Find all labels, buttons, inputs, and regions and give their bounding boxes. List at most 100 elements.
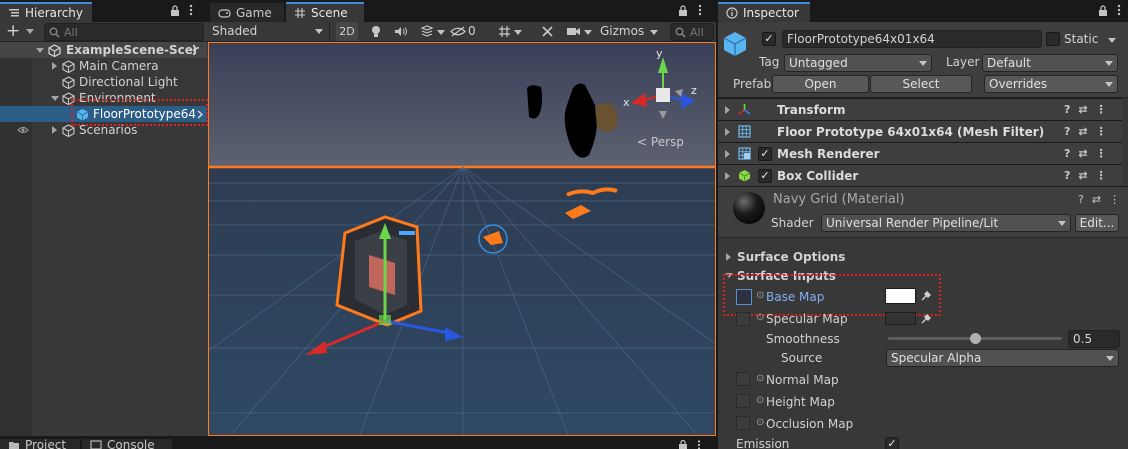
emission-checkbox[interactable]: ✓	[885, 437, 899, 449]
active-checkbox[interactable]: ✓	[762, 32, 776, 46]
component-label: Mesh Renderer	[777, 147, 880, 161]
texture-picker-icon[interactable]: ⊙	[756, 395, 764, 406]
lighting-toggle-icon[interactable]	[370, 25, 382, 38]
toggle-2d-button[interactable]: 2D	[336, 22, 358, 41]
source-dropdown[interactable]: Specular Alpha	[886, 349, 1119, 367]
presets-icon[interactable]: ⇄	[1078, 125, 1087, 138]
smoothness-slider-thumb[interactable]	[969, 333, 981, 344]
tab-hierarchy[interactable]: Hierarchy	[0, 2, 92, 22]
component-actions: ? ⇄ ⋮	[1064, 169, 1107, 182]
expand-arrow-icon[interactable]	[725, 106, 730, 114]
audio-toggle-icon[interactable]	[394, 26, 408, 37]
effects-toggle-icon[interactable]	[420, 25, 434, 38]
presets-icon[interactable]: ⇄	[1078, 147, 1087, 160]
tab-console[interactable]: Console	[82, 437, 172, 449]
scene-search-input[interactable]: All	[670, 23, 714, 41]
tag-dropdown[interactable]: Untagged	[784, 54, 932, 72]
expand-arrow-icon[interactable]	[36, 48, 44, 53]
surface-options-label[interactable]: Surface Options	[737, 250, 845, 264]
grid-snapping-icon[interactable]	[498, 25, 511, 38]
help-icon[interactable]: ?	[1078, 193, 1084, 206]
shader-edit-button[interactable]: Edit...	[1075, 214, 1119, 232]
texture-picker-icon[interactable]: ⊙	[756, 417, 764, 428]
component-enabled-checkbox[interactable]: ✓	[758, 147, 772, 161]
component-transform[interactable]: Transform ? ⇄ ⋮	[718, 98, 1122, 120]
prefab-overrides-dropdown[interactable]: Overrides	[984, 75, 1118, 93]
scene-viewport[interactable]: y x z < Persp	[208, 42, 716, 436]
kebab-menu-icon[interactable]	[698, 4, 702, 16]
lock-icon[interactable]	[678, 440, 688, 449]
object-name-field[interactable]: FloorPrototype64x01x64	[782, 30, 1042, 48]
help-icon[interactable]: ?	[1064, 125, 1070, 138]
lock-icon[interactable]	[678, 5, 688, 16]
tab-game[interactable]: Game	[210, 3, 284, 23]
expand-arrow-icon[interactable]	[725, 150, 730, 158]
presets-icon[interactable]: ⇄	[1092, 193, 1101, 206]
shading-mode-dropdown[interactable]: Shaded	[208, 22, 330, 41]
lock-icon[interactable]	[170, 5, 180, 16]
texture-picker-icon[interactable]: ⊙	[756, 373, 764, 384]
kebab-menu-icon[interactable]: ⋮	[1096, 147, 1107, 160]
expand-arrow-icon[interactable]	[52, 62, 57, 70]
scene-visibility-icon[interactable]	[450, 26, 466, 37]
kebab-menu-icon[interactable]: ⋮	[1096, 125, 1107, 138]
help-icon[interactable]: ?	[1064, 103, 1070, 116]
presets-icon[interactable]: ⇄	[1078, 169, 1087, 182]
info-icon	[726, 7, 738, 19]
tab-inspector[interactable]: Inspector	[718, 2, 810, 22]
static-checkbox[interactable]	[1046, 32, 1060, 46]
camera-icon[interactable]	[566, 26, 581, 37]
smoothness-slider-track[interactable]	[888, 333, 1062, 344]
kebab-menu-icon[interactable]: ⋮	[1109, 193, 1120, 206]
hierarchy-item-directional-light[interactable]: Directional Light	[0, 74, 207, 90]
component-box-collider[interactable]: ✓ Box Collider ? ⇄ ⋮	[718, 164, 1122, 186]
texture-picker-icon[interactable]: ⊙	[756, 312, 764, 323]
kebab-menu-icon[interactable]	[1117, 4, 1121, 16]
hierarchy-item-scene[interactable]: ExampleScene-Scer	[0, 42, 207, 58]
expand-arrow-icon[interactable]	[726, 253, 731, 261]
kebab-menu-icon[interactable]: ⋮	[1096, 103, 1107, 116]
normal-map-texture-slot[interactable]	[736, 372, 750, 386]
help-icon[interactable]: ?	[1064, 147, 1070, 160]
kebab-menu-icon[interactable]	[189, 4, 193, 16]
occlusion-map-texture-slot[interactable]	[736, 416, 750, 430]
component-mesh-filter[interactable]: Floor Prototype 64x01x64 (Mesh Filter) ?…	[718, 120, 1122, 142]
expand-arrow-icon[interactable]	[725, 128, 730, 136]
dropdown-arrow-icon[interactable]	[584, 30, 592, 35]
expand-arrow-icon[interactable]	[52, 126, 57, 134]
expand-arrow-icon[interactable]	[725, 172, 730, 180]
tab-project[interactable]: Project	[0, 438, 80, 449]
component-mesh-renderer[interactable]: ✓ Mesh Renderer ? ⇄ ⋮	[718, 142, 1122, 164]
specular-map-texture-slot[interactable]	[736, 312, 750, 326]
height-map-label: Height Map	[766, 395, 835, 409]
hierarchy-search-input[interactable]: All	[44, 23, 204, 41]
kebab-menu-icon[interactable]	[192, 44, 196, 56]
dropdown-arrow-icon[interactable]	[437, 30, 445, 35]
add-button[interactable]: +	[6, 22, 34, 40]
eyedropper-icon[interactable]	[920, 313, 932, 325]
component-enabled-checkbox[interactable]: ✓	[758, 169, 772, 183]
dropdown-arrow-icon[interactable]	[1108, 38, 1116, 43]
shader-dropdown[interactable]: Universal Render Pipeline/Lit	[821, 214, 1071, 232]
tab-scene[interactable]: Scene	[286, 2, 364, 22]
prefab-open-button[interactable]: Open	[772, 75, 869, 93]
help-icon[interactable]: ?	[1064, 169, 1070, 182]
hierarchy-item-scenarios[interactable]: Scenarios	[0, 122, 207, 138]
smoothness-value-field[interactable]: 0.5	[1068, 330, 1120, 348]
expand-arrow-icon[interactable]	[51, 96, 59, 101]
dropdown-arrow-icon[interactable]	[514, 30, 522, 35]
kebab-menu-icon[interactable]	[697, 440, 701, 449]
height-map-texture-slot[interactable]	[736, 394, 750, 408]
kebab-menu-icon[interactable]: ⋮	[1096, 169, 1107, 182]
bottom-tab-label: Console	[107, 437, 155, 449]
projection-toggle[interactable]: < Persp	[637, 135, 684, 149]
hierarchy-item-main-camera[interactable]: Main Camera	[0, 58, 207, 74]
layer-dropdown[interactable]: Default	[982, 54, 1118, 72]
tools-icon[interactable]	[541, 25, 554, 38]
presets-icon[interactable]: ⇄	[1078, 103, 1087, 116]
lock-icon[interactable]	[1098, 5, 1108, 16]
gizmos-dropdown[interactable]: Gizmos	[598, 22, 660, 41]
orientation-gizmo[interactable]: y x z	[619, 47, 699, 131]
prefab-select-button[interactable]: Select	[870, 75, 972, 93]
specular-color-field[interactable]	[885, 312, 916, 325]
